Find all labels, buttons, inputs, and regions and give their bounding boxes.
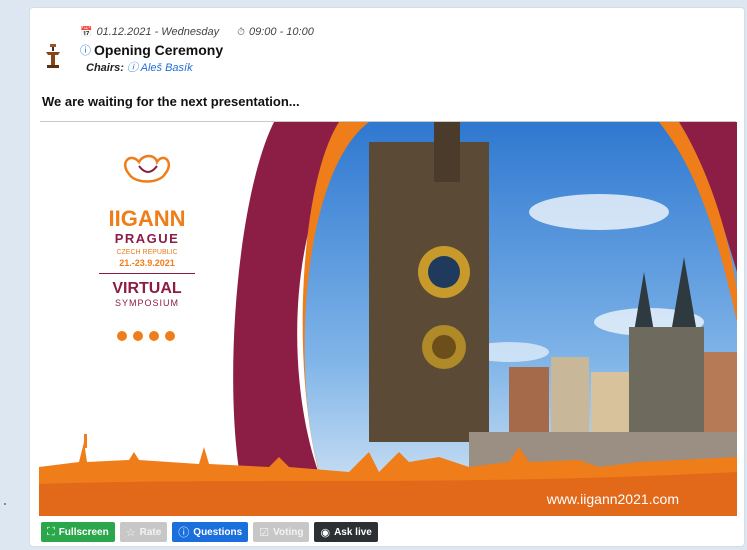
presentation-banner: IIGANN PRAGUE CZECH REPUBLIC 21.-23.9.20…	[39, 122, 737, 516]
edge-marker	[4, 503, 6, 505]
info-icon[interactable]: ⓘ	[80, 42, 91, 58]
session-header: 📅 01.12.2021 - Wednesday ⏱ 09:00 - 10:00…	[40, 18, 730, 78]
session-title-row[interactable]: ⓘ Opening Ceremony	[80, 42, 223, 58]
ask-live-button[interactable]: ◉ Ask live	[314, 522, 378, 542]
podium-icon	[46, 44, 60, 68]
logo-line1: IIGANN	[109, 206, 186, 231]
logo-line2: PRAGUE	[115, 231, 180, 246]
session-title[interactable]: Opening Ceremony	[94, 42, 223, 58]
presentation-toolbar: ⛶ Fullscreen ☆ Rate ⓘ Questions ☑ Voting…	[41, 522, 378, 542]
star-icon: ☆	[125, 526, 136, 539]
rate-label: Rate	[139, 526, 162, 538]
banner-artwork: IIGANN PRAGUE CZECH REPUBLIC 21.-23.9.20…	[39, 122, 737, 516]
session-time: 09:00 - 10:00	[248, 26, 314, 38]
calendar-icon: 📅	[80, 26, 93, 38]
logo-dates: 21.-23.9.2021	[119, 258, 175, 268]
checkbox-icon: ☑	[259, 526, 270, 539]
logo-rule	[99, 273, 195, 274]
session-meta: 📅 01.12.2021 - Wednesday ⏱ 09:00 - 10:00	[80, 26, 314, 38]
chair-info-icon[interactable]: ⓘ	[127, 62, 138, 74]
iigann-logo	[123, 154, 171, 183]
session-card: 📅 01.12.2021 - Wednesday ⏱ 09:00 - 10:00…	[29, 7, 745, 547]
ask-live-label: Ask live	[334, 526, 372, 538]
logo-line3: CZECH REPUBLIC	[116, 249, 177, 256]
clock-icon: ⏱	[237, 26, 245, 38]
banner-url: www.iigann2021.com	[546, 491, 679, 507]
logo-symposium: SYMPOSIUM	[115, 298, 179, 308]
chair-name[interactable]: Aleš Basík	[141, 62, 193, 74]
session-chairs: Chairs: ⓘ Aleš Basík	[86, 59, 193, 75]
question-icon: ⓘ	[178, 527, 190, 539]
logo-virtual: VIRTUAL	[112, 280, 182, 297]
logo-dots	[117, 331, 175, 341]
questions-label: Questions	[193, 526, 243, 538]
headset-icon: ◉	[320, 526, 331, 539]
rate-button[interactable]: ☆ Rate	[119, 522, 168, 542]
voting-button[interactable]: ☑ Voting	[253, 522, 310, 542]
fullscreen-button[interactable]: ⛶ Fullscreen	[41, 522, 115, 542]
fullscreen-label: Fullscreen	[58, 526, 109, 538]
session-date: 01.12.2021 - Wednesday	[96, 26, 220, 38]
voting-label: Voting	[273, 526, 304, 538]
chairs-label: Chairs:	[86, 62, 124, 74]
status-message: We are waiting for the next presentation…	[42, 94, 300, 109]
page-background-strip	[0, 0, 22, 550]
questions-button[interactable]: ⓘ Questions	[172, 522, 249, 542]
fullscreen-icon: ⛶	[47, 525, 55, 538]
